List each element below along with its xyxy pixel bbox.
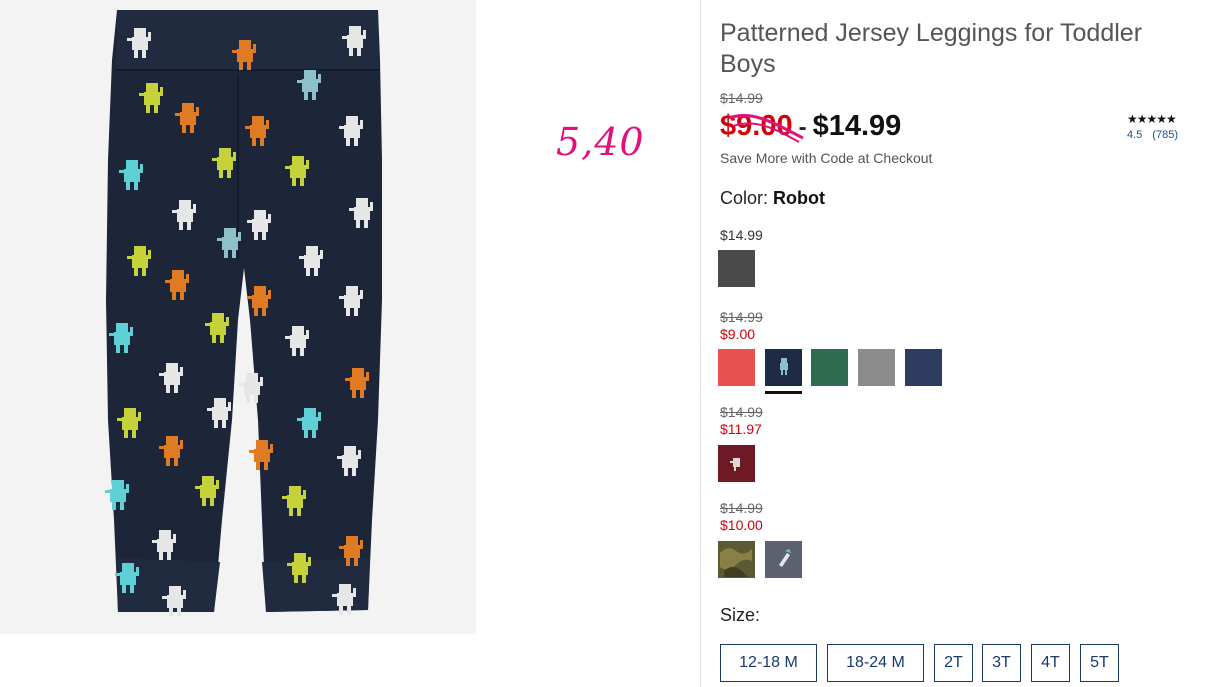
divider bbox=[700, 0, 701, 687]
color-group-sale-price: $9.00 bbox=[720, 326, 756, 342]
price-annotation: 5,40 bbox=[556, 120, 645, 164]
swatch-green-heather[interactable] bbox=[811, 349, 848, 386]
camo-pattern-icon bbox=[720, 548, 752, 577]
print-motif-icon bbox=[779, 549, 791, 567]
swatch-gray-heather[interactable] bbox=[858, 349, 895, 386]
size-option-12-18m[interactable]: 12-18 M bbox=[720, 644, 817, 682]
leggings-illustration bbox=[105, 10, 382, 616]
selected-swatch-indicator bbox=[765, 391, 802, 394]
swatch-red-heather[interactable] bbox=[718, 349, 755, 386]
selected-color-name: Robot bbox=[773, 188, 826, 208]
star-rating-icon: ★★★★★ bbox=[1127, 112, 1177, 126]
product-image[interactable] bbox=[0, 0, 476, 634]
swatch-camo-print[interactable] bbox=[718, 541, 755, 578]
review-count[interactable]: (785) bbox=[1152, 129, 1178, 141]
color-selection: Color: Robot bbox=[720, 188, 825, 209]
swatch-burgundy-print[interactable] bbox=[718, 445, 755, 482]
annotation-strike-mark bbox=[728, 113, 804, 143]
rating-value: 4.5 bbox=[1127, 129, 1143, 141]
promo-text: Save More with Code at Checkout bbox=[720, 150, 933, 166]
product-rating[interactable]: ★★★★★ 4.5 (785) bbox=[1127, 112, 1188, 141]
swatch-gray-print[interactable] bbox=[765, 541, 802, 578]
color-label: Color: bbox=[720, 188, 769, 208]
print-motif-icon bbox=[730, 458, 740, 471]
swatch-navy-robot[interactable] bbox=[765, 349, 802, 386]
color-group-price: $14.99 bbox=[720, 227, 763, 243]
original-price: $14.99 bbox=[720, 90, 763, 106]
size-label: Size: bbox=[720, 605, 761, 625]
color-group-original-price: $14.99 bbox=[720, 500, 763, 516]
color-group-original-price: $14.99 bbox=[720, 404, 763, 420]
regular-price: $14.99 bbox=[812, 110, 902, 142]
color-group-sale-price: $11.97 bbox=[720, 421, 762, 437]
size-option-5t[interactable]: 5T bbox=[1080, 644, 1119, 682]
swatch-navy-heather[interactable] bbox=[905, 349, 942, 386]
color-group-sale-price: $10.00 bbox=[720, 517, 763, 533]
size-option-3t[interactable]: 3T bbox=[982, 644, 1021, 682]
size-option-18-24m[interactable]: 18-24 M bbox=[827, 644, 924, 682]
size-option-4t[interactable]: 4T bbox=[1031, 644, 1070, 682]
swatch-dark-heather-gray[interactable] bbox=[718, 250, 755, 287]
size-option-2t[interactable]: 2T bbox=[934, 644, 973, 682]
product-title: Patterned Jersey Leggings for Toddler Bo… bbox=[720, 19, 1143, 78]
robot-print-icon bbox=[780, 358, 788, 375]
color-group-original-price: $14.99 bbox=[720, 309, 763, 325]
